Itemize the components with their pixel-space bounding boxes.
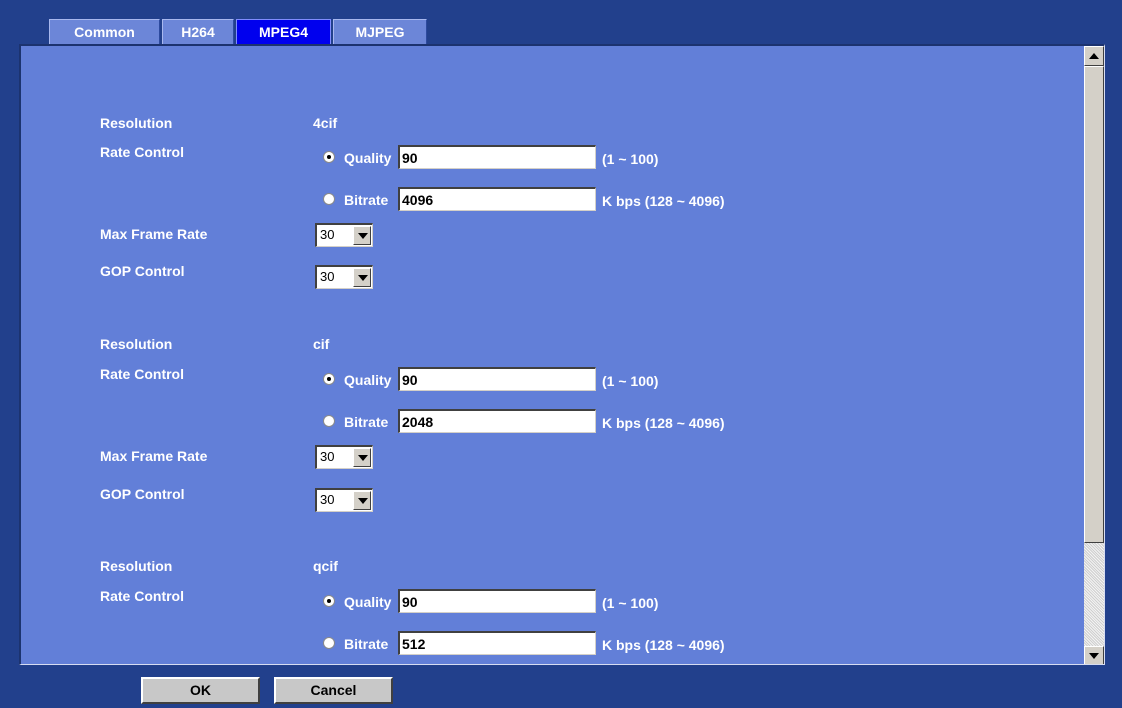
- quality-input[interactable]: [398, 145, 596, 169]
- resolution-label: Resolution: [100, 115, 173, 131]
- gop-control-value: 30: [320, 492, 335, 507]
- max-frame-rate-label: Max Frame Rate: [100, 448, 208, 464]
- gop-control-select[interactable]: 30: [315, 265, 373, 289]
- max-frame-rate-select[interactable]: 30: [315, 223, 373, 247]
- max-frame-rate-select[interactable]: 30: [315, 445, 373, 469]
- settings-content: Resolution 4cif Rate Control Quality (1 …: [21, 46, 1084, 664]
- max-frame-rate-value: 30: [320, 227, 335, 242]
- resolution-label: Resolution: [100, 336, 173, 352]
- tab-h264[interactable]: H264: [162, 19, 234, 44]
- resolution-value: qcif: [313, 558, 338, 574]
- quality-range-hint: (1 ~ 100): [602, 373, 659, 389]
- tab-mpeg4[interactable]: MPEG4: [236, 19, 331, 44]
- bitrate-radio-label: Bitrate: [344, 636, 389, 652]
- cancel-button[interactable]: Cancel: [274, 677, 393, 704]
- gop-control-label: GOP Control: [100, 263, 185, 279]
- bitrate-input[interactable]: [398, 631, 596, 655]
- tab-mjpeg[interactable]: MJPEG: [333, 19, 427, 44]
- quality-input[interactable]: [398, 367, 596, 391]
- scroll-down-icon[interactable]: [1084, 646, 1104, 664]
- bitrate-range-hint: K bps (128 ~ 4096): [602, 637, 725, 653]
- quality-radio[interactable]: [323, 151, 335, 163]
- bitrate-radio[interactable]: [323, 637, 335, 649]
- quality-radio[interactable]: [323, 595, 335, 607]
- max-frame-rate-value: 30: [320, 449, 335, 464]
- quality-range-hint: (1 ~ 100): [602, 595, 659, 611]
- max-frame-rate-label: Max Frame Rate: [100, 226, 208, 242]
- chevron-down-icon[interactable]: [353, 226, 371, 245]
- settings-panel: Resolution 4cif Rate Control Quality (1 …: [19, 44, 1105, 665]
- quality-range-hint: (1 ~ 100): [602, 151, 659, 167]
- quality-input[interactable]: [398, 589, 596, 613]
- bitrate-radio[interactable]: [323, 415, 335, 427]
- vertical-scrollbar[interactable]: [1084, 46, 1104, 664]
- quality-radio[interactable]: [323, 373, 335, 385]
- chevron-down-icon[interactable]: [353, 448, 371, 467]
- bitrate-radio-label: Bitrate: [344, 414, 389, 430]
- chevron-down-icon[interactable]: [353, 491, 371, 510]
- gop-control-select[interactable]: 30: [315, 488, 373, 512]
- quality-radio-label: Quality: [344, 594, 392, 610]
- bitrate-input[interactable]: [398, 409, 596, 433]
- ok-button[interactable]: OK: [141, 677, 260, 704]
- gop-control-value: 30: [320, 269, 335, 284]
- bitrate-radio[interactable]: [323, 193, 335, 205]
- rate-control-label: Rate Control: [100, 366, 184, 382]
- bitrate-range-hint: K bps (128 ~ 4096): [602, 415, 725, 431]
- bitrate-radio-label: Bitrate: [344, 192, 389, 208]
- tab-common[interactable]: Common: [49, 19, 160, 44]
- bitrate-input[interactable]: [398, 187, 596, 211]
- resolution-value: 4cif: [313, 115, 338, 131]
- gop-control-label: GOP Control: [100, 486, 185, 502]
- rate-control-label: Rate Control: [100, 144, 184, 160]
- resolution-label: Resolution: [100, 558, 173, 574]
- quality-radio-label: Quality: [344, 372, 392, 388]
- rate-control-label: Rate Control: [100, 588, 184, 604]
- chevron-down-icon[interactable]: [353, 268, 371, 287]
- scrollbar-thumb[interactable]: [1084, 66, 1104, 543]
- resolution-value: cif: [313, 336, 330, 352]
- quality-radio-label: Quality: [344, 150, 392, 166]
- scroll-up-icon[interactable]: [1084, 46, 1104, 66]
- tab-bar: Common H264 MPEG4 MJPEG: [49, 19, 429, 44]
- bitrate-range-hint: K bps (128 ~ 4096): [602, 193, 725, 209]
